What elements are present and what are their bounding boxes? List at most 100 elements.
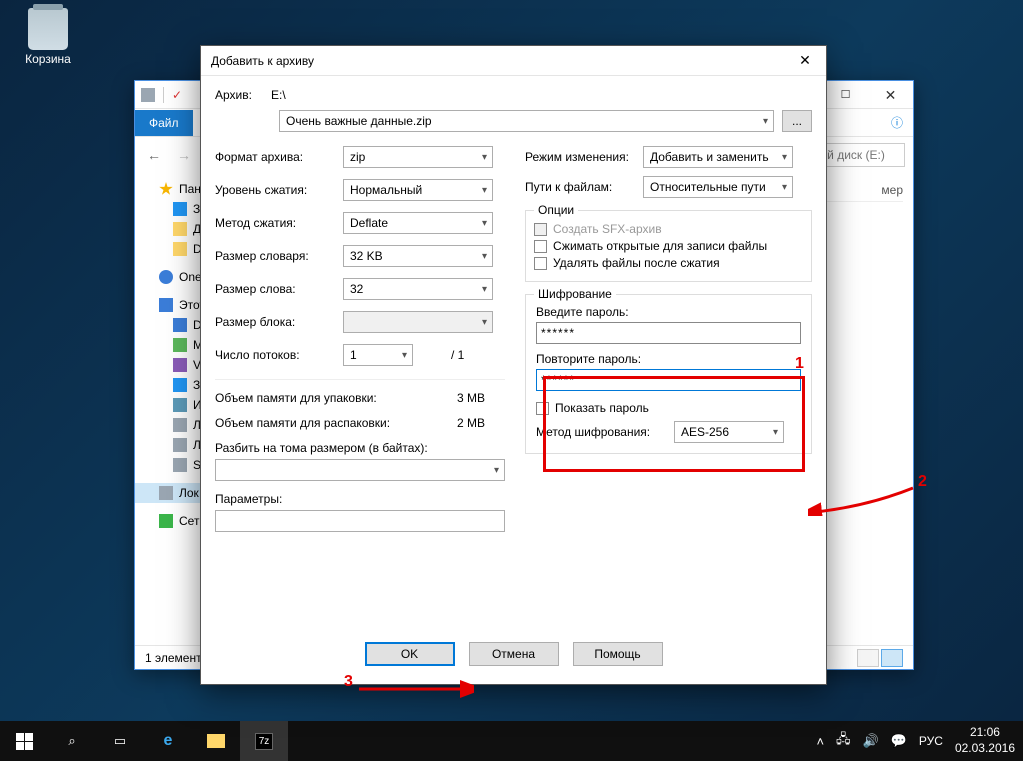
update-label: Режим изменения:: [525, 150, 635, 164]
ribbon-help-icon[interactable]: ⓘ: [891, 114, 913, 131]
edge-button[interactable]: e: [144, 721, 192, 761]
tray-notification-icon[interactable]: 💬: [891, 733, 907, 749]
method-label: Метод сжатия:: [215, 216, 335, 230]
7zip-icon: 7z: [255, 733, 274, 750]
annotation-2: 2: [918, 473, 927, 491]
download-icon: [173, 202, 187, 216]
checkbox-icon[interactable]: [536, 402, 549, 415]
close-button[interactable]: ✕: [868, 81, 913, 109]
tray-clock[interactable]: 21:06 02.03.2016: [955, 725, 1015, 756]
desktop-icon: [173, 318, 187, 332]
folder-icon: [173, 222, 187, 236]
recycle-bin[interactable]: Корзина: [18, 8, 78, 66]
dialog-close-button[interactable]: ✕: [784, 46, 826, 76]
view-details-button[interactable]: [857, 649, 879, 667]
dict-combo[interactable]: 32 KB: [343, 245, 493, 267]
nav-back[interactable]: ←: [143, 143, 165, 167]
7zip-taskbar-button[interactable]: 7z: [240, 721, 288, 761]
col-size[interactable]: мер: [881, 183, 903, 197]
archive-label: Архив:: [215, 88, 265, 102]
split-label: Разбить на тома размером (в байтах):: [215, 441, 505, 455]
add-to-archive-dialog: Добавить к архиву ✕ Архив: E:\ Очень важ…: [200, 45, 827, 685]
drive-icon: [173, 418, 187, 432]
help-button[interactable]: Помощь: [573, 642, 663, 666]
tray-up-icon[interactable]: ˄: [816, 734, 824, 749]
explorer-taskbar-button[interactable]: [192, 721, 240, 761]
block-label: Размер блока:: [215, 315, 335, 329]
windows-logo-icon: [16, 733, 33, 750]
ribbon-tab-file[interactable]: Файл: [135, 110, 193, 136]
maximize-button[interactable]: ☐: [823, 81, 868, 109]
status-text: 1 элемент: [145, 651, 202, 665]
checkbox-icon[interactable]: [534, 240, 547, 253]
taskbar: ⌕ ▭ e 7z ˄ 🖧 🔊 💬 РУС 21:06 02.03.2016: [0, 721, 1023, 761]
threads-max: / 1: [451, 348, 464, 362]
params-input[interactable]: [215, 510, 505, 532]
checkbox-icon[interactable]: [534, 257, 547, 270]
task-view-button[interactable]: ▭: [96, 721, 144, 761]
pw1-label: Введите пароль:: [536, 305, 801, 319]
params-label: Параметры:: [215, 492, 505, 506]
download-icon: [173, 378, 187, 392]
tray-volume-icon[interactable]: 🔊: [863, 733, 879, 749]
music-icon: [173, 338, 187, 352]
enc-method-combo[interactable]: AES-256: [674, 421, 784, 443]
word-combo[interactable]: 32: [343, 278, 493, 300]
split-combo[interactable]: [215, 459, 505, 481]
password-confirm-input[interactable]: [536, 369, 801, 391]
threads-label: Число потоков:: [215, 348, 335, 362]
network-icon: [159, 514, 173, 528]
ok-button[interactable]: OK: [365, 642, 455, 666]
search-button[interactable]: ⌕: [48, 721, 96, 761]
edge-icon: e: [164, 732, 173, 750]
task-view-icon: ▭: [114, 733, 126, 749]
dict-label: Размер словаря:: [215, 249, 335, 263]
tray-network-icon[interactable]: 🖧: [836, 730, 851, 752]
archive-name-combo[interactable]: Очень важные данные.zip: [279, 110, 774, 132]
encryption-fieldset: Шифрование Введите пароль: Повторите пар…: [525, 294, 812, 454]
pw2-label: Повторите пароль:: [536, 352, 801, 366]
mem-pack-value: 3 MB: [385, 391, 505, 405]
tray-date: 02.03.2016: [955, 741, 1015, 757]
drive-icon: [141, 88, 155, 102]
dialog-titlebar: Добавить к архиву ✕: [201, 46, 826, 76]
drive-icon: [173, 438, 187, 452]
pictures-icon: [173, 398, 187, 412]
cloud-icon: [159, 270, 173, 284]
opt-shared[interactable]: Сжимать открытые для записи файлы: [534, 239, 803, 253]
pc-icon: [159, 298, 173, 312]
enc-method-label: Метод шифрования:: [536, 425, 666, 439]
start-button[interactable]: [0, 721, 48, 761]
options-legend: Опции: [534, 203, 578, 217]
browse-button[interactable]: ...: [782, 110, 812, 132]
tray-lang[interactable]: РУС: [919, 734, 943, 748]
archive-path: E:\: [271, 88, 286, 102]
paths-combo[interactable]: Относительные пути: [643, 176, 793, 198]
cancel-button[interactable]: Отмена: [469, 642, 559, 666]
options-fieldset: Опции Создать SFX-архив Сжимать открытые…: [525, 210, 812, 282]
opt-sfx: Создать SFX-архив: [534, 222, 803, 236]
star-icon: [159, 182, 173, 196]
search-icon: ⌕: [68, 733, 75, 749]
mem-unpack-label: Объем памяти для распаковки:: [215, 416, 390, 430]
level-combo[interactable]: Нормальный: [343, 179, 493, 201]
word-label: Размер слова:: [215, 282, 335, 296]
folder-icon: [207, 734, 225, 748]
threads-combo[interactable]: 1: [343, 344, 413, 366]
annotation-1: 1: [795, 355, 804, 373]
opt-delete[interactable]: Удалять файлы после сжатия: [534, 256, 803, 270]
view-icons-button[interactable]: [881, 649, 903, 667]
annotation-3: 3: [344, 673, 353, 691]
nav-forward[interactable]: →: [173, 143, 195, 167]
method-combo[interactable]: Deflate: [343, 212, 493, 234]
mem-pack-label: Объем памяти для упаковки:: [215, 391, 377, 405]
video-icon: [173, 358, 187, 372]
level-label: Уровень сжатия:: [215, 183, 335, 197]
show-password-check[interactable]: Показать пароль: [536, 401, 801, 415]
password-input[interactable]: [536, 322, 801, 344]
format-combo[interactable]: zip: [343, 146, 493, 168]
drive-icon: [173, 458, 187, 472]
format-label: Формат архива:: [215, 150, 335, 164]
update-combo[interactable]: Добавить и заменить: [643, 146, 793, 168]
folder-icon: [173, 242, 187, 256]
